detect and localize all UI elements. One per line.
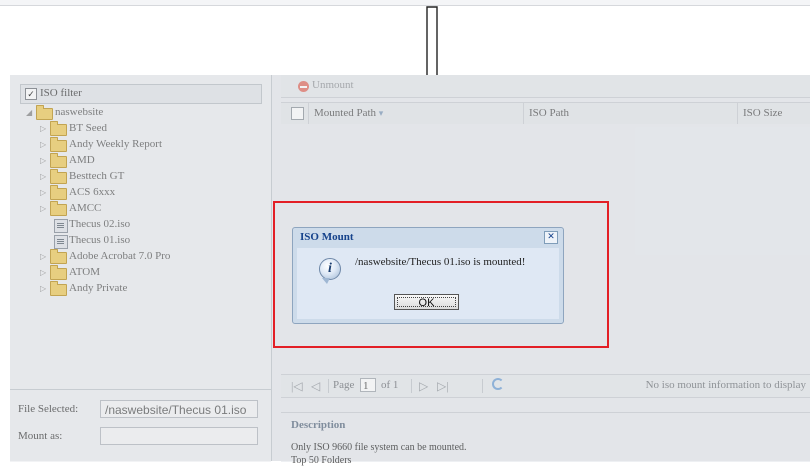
description-panel: Description Only ISO 9660 file system ca…	[281, 412, 810, 466]
iso-filter-label: ISO filter	[40, 87, 82, 99]
expand-closed-icon[interactable]: ▷	[40, 124, 46, 133]
column-iso-size[interactable]: ISO Size	[743, 107, 782, 119]
expand-closed-icon[interactable]: ▷	[40, 268, 46, 277]
iso-file-icon	[54, 219, 68, 233]
pager-separator	[411, 379, 412, 393]
iso-file-icon	[54, 235, 68, 249]
unmount-button[interactable]: Unmount	[312, 79, 354, 91]
folder-icon	[50, 121, 67, 136]
tree-item-label: AMD	[69, 154, 95, 166]
refresh-icon[interactable]	[492, 378, 504, 390]
folder-icon	[50, 137, 67, 152]
tree-root-label: naswebsite	[55, 106, 104, 118]
tree-item-label: ACS 6xxx	[69, 186, 116, 198]
prev-page-icon[interactable]: ◁	[311, 379, 320, 394]
expand-closed-icon[interactable]: ▷	[40, 156, 46, 165]
mount-form: File Selected: /naswebsite/Thecus 01.iso…	[10, 389, 271, 462]
iso-filter-bar[interactable]: ✓ ISO filter	[20, 84, 262, 104]
next-page-icon[interactable]: ▷	[419, 379, 428, 394]
iso-mount-dialog: ISO Mount ✕ i /naswebsite/Thecus 01.iso …	[292, 227, 564, 324]
expand-open-icon[interactable]: ◢	[26, 108, 32, 117]
column-separator	[523, 103, 524, 124]
folder-icon	[50, 281, 67, 296]
column-mounted-path[interactable]: Mounted Path ▾	[314, 107, 383, 119]
dialog-title: ISO Mount	[300, 231, 354, 243]
tree-item-label: Thecus 01.iso	[69, 234, 131, 246]
checkbox-icon[interactable]: ✓	[25, 88, 37, 100]
tree-item-label: Adobe Acrobat 7.0 Pro	[69, 250, 171, 262]
file-selected-field[interactable]: /naswebsite/Thecus 01.iso	[100, 400, 258, 418]
toolbar: Unmount	[281, 75, 810, 98]
ok-button-label: OK	[418, 297, 435, 309]
tree-item-label: Thecus 02.iso	[69, 218, 131, 230]
expand-closed-icon[interactable]: ▷	[40, 284, 46, 293]
file-selected-label: File Selected:	[18, 403, 79, 415]
column-mounted-path-label: Mounted Path	[314, 107, 377, 119]
tree-item-label: Andy Private	[69, 282, 128, 294]
expand-closed-icon[interactable]: ▷	[40, 204, 46, 213]
mount-as-label: Mount as:	[18, 430, 63, 442]
pager-separator	[328, 379, 329, 393]
empty-grid-message: No iso mount information to display	[645, 379, 806, 391]
tree-item-label: Andy Weekly Report	[69, 138, 163, 150]
last-page-icon[interactable]: ▷|	[437, 379, 449, 394]
top-strip	[0, 0, 810, 6]
dialog-body: i /naswebsite/Thecus 01.iso is mounted! …	[297, 248, 559, 319]
tree-item-label: Besttech GT	[69, 170, 125, 182]
folder-icon	[50, 169, 67, 184]
folder-icon	[50, 185, 67, 200]
info-icon: i	[319, 258, 341, 284]
page-count-label: of 1	[381, 379, 399, 391]
expand-closed-icon[interactable]: ▷	[40, 188, 46, 197]
tree-item-label: BT Seed	[69, 122, 107, 134]
select-all-checkbox[interactable]	[291, 107, 304, 120]
description-text: Only ISO 9660 file system can be mounted…	[291, 442, 467, 453]
close-icon[interactable]: ✕	[544, 231, 558, 244]
unmount-icon[interactable]	[298, 81, 309, 92]
column-separator	[737, 103, 738, 124]
dialog-message: /naswebsite/Thecus 01.iso is mounted!	[355, 256, 526, 268]
pagination-bar: |◁ ◁ Page 1 of 1 ▷ ▷| No iso mount infor…	[281, 374, 810, 398]
description-title: Description	[291, 419, 346, 431]
page-label: Page	[333, 379, 355, 391]
first-page-icon[interactable]: |◁	[291, 379, 303, 394]
sort-arrow-icon: ▾	[378, 108, 384, 118]
column-separator	[308, 103, 309, 124]
folder-icon	[36, 105, 53, 120]
folder-icon	[50, 153, 67, 168]
expand-closed-icon[interactable]: ▷	[40, 172, 46, 181]
folder-panel: ✓ ISO filter ◢ naswebsite ▷ BT Seed ▷ An…	[10, 75, 272, 462]
folder-icon	[50, 265, 67, 280]
expand-closed-icon[interactable]: ▷	[40, 252, 46, 261]
expand-closed-icon[interactable]: ▷	[40, 140, 46, 149]
ok-button[interactable]: OK	[394, 294, 459, 310]
column-iso-path[interactable]: ISO Path	[529, 107, 569, 119]
page-number-input[interactable]: 1	[360, 378, 376, 392]
tree-item-label: ATOM	[69, 266, 100, 278]
grid-header: Mounted Path ▾ ISO Path ISO Size	[281, 102, 810, 125]
tree-item-label: AMCC	[69, 202, 102, 214]
folder-icon	[50, 249, 67, 264]
pager-separator	[482, 379, 483, 393]
folder-icon	[50, 201, 67, 216]
mount-as-field[interactable]	[100, 427, 258, 445]
